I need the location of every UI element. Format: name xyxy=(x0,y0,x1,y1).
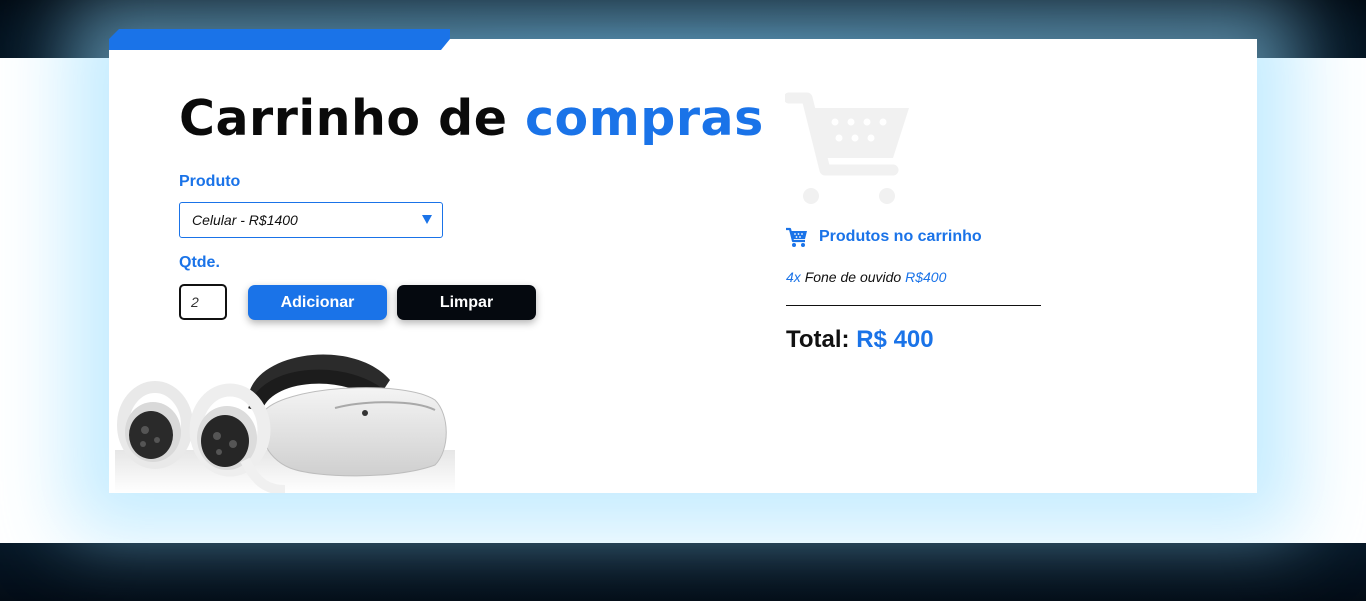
cart-item: 4x Fone de ouvido R$400 xyxy=(786,269,946,285)
card-accent-tab xyxy=(109,29,450,50)
cart-item-qty: 4x xyxy=(786,269,801,285)
cart-watermark-icon xyxy=(785,92,909,204)
total-label: Total: xyxy=(786,326,850,353)
cart-total: Total: R$ 400 xyxy=(786,326,934,354)
total-value: R$ 400 xyxy=(856,326,934,353)
add-button[interactable]: Adicionar xyxy=(248,285,387,320)
cart-icon xyxy=(786,227,807,247)
title-prefix: Carrinho de xyxy=(179,90,508,147)
vr-headset-image xyxy=(115,354,455,493)
product-select-value: Celular - R$1400 xyxy=(192,212,298,228)
quantity-input[interactable]: 2 xyxy=(179,284,227,320)
cart-item-name: Fone de ouvido xyxy=(804,269,902,285)
cart-divider xyxy=(786,305,1041,306)
cart-item-price: R$400 xyxy=(905,269,947,285)
page-title: Carrinho de compras xyxy=(179,90,764,147)
product-label: Produto xyxy=(179,173,241,190)
cart-heading: Produtos no carrinho xyxy=(785,226,982,248)
product-select[interactable]: Celular - R$1400 xyxy=(179,202,443,238)
cart-heading-label: Produtos no carrinho xyxy=(819,228,982,245)
bottom-dark-band xyxy=(0,543,1366,601)
qty-label: Qtde. xyxy=(179,254,220,271)
title-accent: compras xyxy=(525,90,764,147)
clear-button[interactable]: Limpar xyxy=(397,285,536,320)
dropdown-caret-icon xyxy=(422,215,432,224)
